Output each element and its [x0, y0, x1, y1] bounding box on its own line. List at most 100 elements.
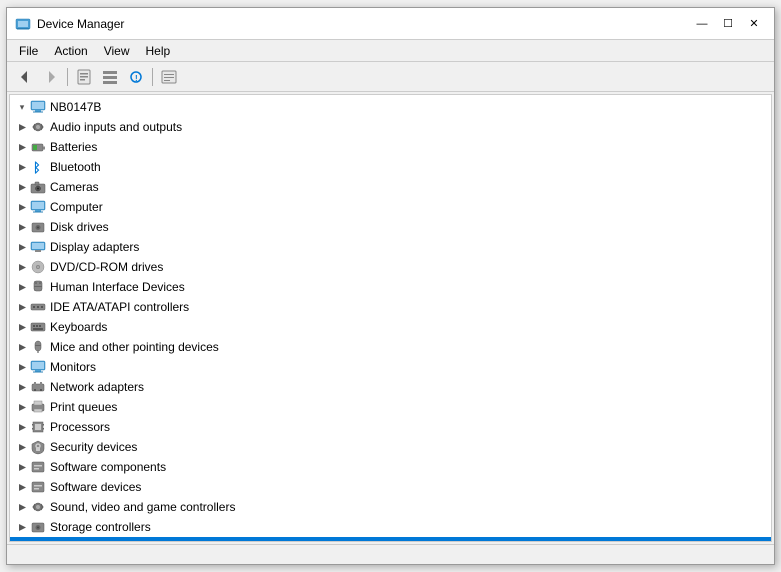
- toolbar: !: [7, 62, 774, 92]
- device-manager-window: Device Manager — ☐ ✕ File Action View He…: [6, 7, 775, 565]
- device-icon: [30, 419, 46, 435]
- device-label: Storage controllers: [50, 520, 151, 534]
- device-icon: [30, 379, 46, 395]
- title-bar-controls: — ☐ ✕: [690, 14, 766, 34]
- tree-item[interactable]: Cameras: [10, 177, 771, 197]
- tree-item[interactable]: Network adapters: [10, 377, 771, 397]
- status-bar: [7, 544, 774, 564]
- tree-items: Audio inputs and outputs Batteries ᛒ Blueto…: [10, 117, 771, 542]
- device-label: Human Interface Devices: [50, 280, 185, 294]
- tree-item[interactable]: Security devices: [10, 437, 771, 457]
- tree-item[interactable]: IDE ATA/ATAPI controllers: [10, 297, 771, 317]
- close-button[interactable]: ✕: [742, 14, 766, 34]
- expand-icon: [14, 459, 30, 475]
- device-icon: [30, 439, 46, 455]
- tree-item[interactable]: Keyboards: [10, 317, 771, 337]
- tree-item[interactable]: Sound, video and game controllers: [10, 497, 771, 517]
- update-button[interactable]: !: [124, 66, 148, 88]
- expand-icon: [14, 179, 30, 195]
- device-icon: [30, 539, 46, 542]
- svg-text:!: !: [135, 74, 138, 83]
- tree-content[interactable]: ▾ NB0147B Audio inputs and outputs Batter…: [9, 94, 772, 542]
- device-label: Network adapters: [50, 380, 144, 394]
- tree-item[interactable]: Storage controllers: [10, 517, 771, 537]
- device-label: Cameras: [50, 180, 99, 194]
- device-label: Keyboards: [50, 320, 107, 334]
- tree-item[interactable]: Disk drives: [10, 217, 771, 237]
- expand-icon: [14, 259, 30, 275]
- expand-icon: [14, 139, 30, 155]
- expand-icon: [14, 339, 30, 355]
- device-label: Computer: [50, 200, 103, 214]
- tree-root[interactable]: ▾ NB0147B: [10, 97, 771, 117]
- tree-item[interactable]: Display adapters: [10, 237, 771, 257]
- expand-icon: [14, 239, 30, 255]
- device-label: Monitors: [50, 360, 96, 374]
- minimize-button[interactable]: —: [690, 14, 714, 34]
- device-label: Bluetooth: [50, 160, 101, 174]
- expand-icon: [14, 379, 30, 395]
- menu-bar: File Action View Help: [7, 40, 774, 62]
- tree-item[interactable]: Processors: [10, 417, 771, 437]
- toolbar-separator-1: [67, 68, 68, 86]
- toolbar-separator-2: [152, 68, 153, 86]
- device-label: Software components: [50, 460, 166, 474]
- device-label: Print queues: [50, 400, 117, 414]
- title-bar-left: Device Manager: [15, 16, 124, 32]
- expand-icon: [14, 519, 30, 535]
- device-label: Sound, video and game controllers: [50, 500, 235, 514]
- root-expand-icon: ▾: [14, 99, 30, 115]
- tree-item[interactable]: Software components: [10, 457, 771, 477]
- expand-icon: [14, 319, 30, 335]
- expand-icon: [14, 299, 30, 315]
- show-hidden-button[interactable]: [157, 66, 181, 88]
- device-label: Audio inputs and outputs: [50, 120, 182, 134]
- window-title: Device Manager: [37, 17, 124, 31]
- expand-icon: [14, 499, 30, 515]
- menu-file[interactable]: File: [11, 42, 46, 60]
- tree-item[interactable]: DVD/CD-ROM drives: [10, 257, 771, 277]
- device-label: IDE ATA/ATAPI controllers: [50, 300, 189, 314]
- device-icon: [30, 139, 46, 155]
- device-icon: [30, 179, 46, 195]
- view-button[interactable]: [98, 66, 122, 88]
- tree-item[interactable]: Computer: [10, 197, 771, 217]
- device-label: Security devices: [50, 440, 137, 454]
- expand-icon: [14, 199, 30, 215]
- device-icon: [30, 479, 46, 495]
- menu-help[interactable]: Help: [138, 42, 179, 60]
- svg-text:ᛒ: ᛒ: [33, 160, 41, 175]
- device-icon: [30, 239, 46, 255]
- window-icon: [15, 16, 31, 32]
- tree-item[interactable]: System devices: [10, 537, 771, 542]
- forward-button[interactable]: [39, 66, 63, 88]
- tree-item[interactable]: Audio inputs and outputs: [10, 117, 771, 137]
- device-icon: [30, 279, 46, 295]
- menu-action[interactable]: Action: [46, 42, 95, 60]
- menu-view[interactable]: View: [96, 42, 138, 60]
- expand-icon: [14, 119, 30, 135]
- device-icon: [30, 299, 46, 315]
- device-label: DVD/CD-ROM drives: [50, 260, 163, 274]
- device-icon: [30, 339, 46, 355]
- device-icon: [30, 459, 46, 475]
- device-icon: [30, 319, 46, 335]
- tree-item[interactable]: Monitors: [10, 357, 771, 377]
- tree-item[interactable]: ᛒ Bluetooth: [10, 157, 771, 177]
- tree-item[interactable]: Batteries: [10, 137, 771, 157]
- back-button[interactable]: [13, 66, 37, 88]
- device-label: Batteries: [50, 140, 97, 154]
- properties-button[interactable]: [72, 66, 96, 88]
- device-icon: ᛒ: [30, 159, 46, 175]
- tree-item[interactable]: Mice and other pointing devices: [10, 337, 771, 357]
- root-computer-icon: [30, 99, 46, 115]
- device-icon: [30, 199, 46, 215]
- expand-icon: [14, 479, 30, 495]
- expand-icon: [14, 419, 30, 435]
- tree-item[interactable]: Software devices: [10, 477, 771, 497]
- device-icon: [30, 259, 46, 275]
- title-bar: Device Manager — ☐ ✕: [7, 8, 774, 40]
- maximize-button[interactable]: ☐: [716, 14, 740, 34]
- tree-item[interactable]: Human Interface Devices: [10, 277, 771, 297]
- tree-item[interactable]: Print queues: [10, 397, 771, 417]
